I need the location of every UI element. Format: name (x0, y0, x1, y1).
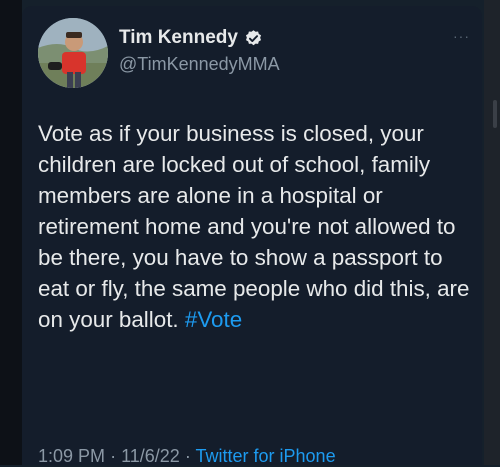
more-options-icon[interactable]: ··· (453, 28, 470, 44)
tweet-text: Vote as if your business is closed, your… (38, 118, 478, 335)
tweet-card[interactable]: Tim Kennedy @TimKennedyMMA ··· Vote as i… (22, 6, 482, 467)
hashtag-link[interactable]: #Vote (185, 307, 242, 332)
meta-separator: · (110, 446, 117, 466)
verified-badge-icon (245, 29, 261, 45)
tweet-time[interactable]: 1:09 PM (38, 446, 105, 466)
tweet-date[interactable]: 11/6/22 (121, 446, 180, 466)
scroll-indicator (493, 100, 497, 128)
tweet-metadata: 1:09 PM · 11/6/22 · Twitter for iPhone (38, 446, 336, 467)
tweet-source-link[interactable]: Twitter for iPhone (196, 446, 336, 466)
meta-separator: · (184, 446, 191, 466)
author-name[interactable]: Tim Kennedy (119, 27, 263, 49)
avatar-photo-icon (38, 18, 108, 88)
author-name-text: Tim Kennedy (119, 27, 238, 48)
screen-left-edge (0, 0, 22, 465)
avatar[interactable] (38, 18, 108, 88)
author-handle[interactable]: @TimKennedyMMA (119, 54, 280, 75)
screen-right-edge (484, 0, 500, 465)
tweet-body: Vote as if your business is closed, your… (38, 121, 470, 332)
